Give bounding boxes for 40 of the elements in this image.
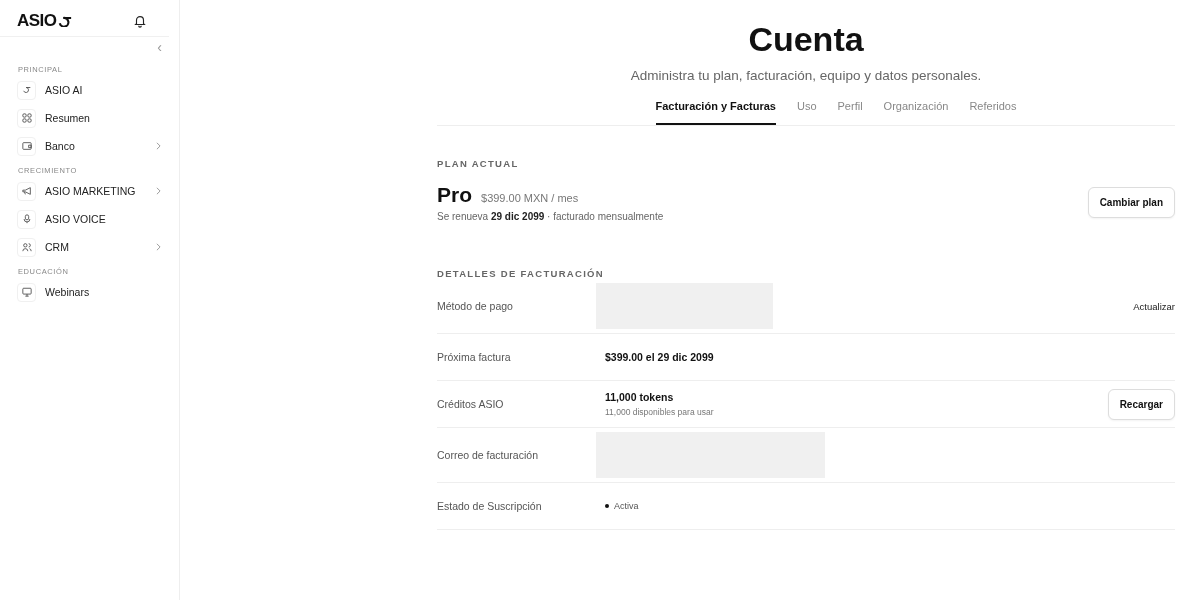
tab[interactable]: Organización [883, 97, 949, 125]
page-title: Cuenta [747, 20, 865, 59]
row-label: Método de pago [437, 300, 514, 312]
section-heading: DETALLES DE FACTURACIÓN [437, 268, 605, 279]
status-text: Activa [614, 501, 639, 511]
sidebar-item[interactable]: ASIO MARKETING [0, 177, 179, 205]
recharge-button[interactable]: Recargar [1107, 388, 1175, 420]
row-label: Créditos ASIO [437, 398, 505, 410]
sidebar-item[interactable]: ASIO AI [0, 76, 179, 104]
row-value: $399.00 el 29 dic 2099 [604, 351, 715, 363]
menu-icon [17, 209, 36, 229]
row-label: Correo de facturación [437, 449, 539, 461]
row-note: 11,000 disponibles para usar [604, 407, 715, 417]
menu-icon [17, 108, 36, 128]
sidebar-item[interactable]: ASIO VOICE [0, 205, 179, 233]
menu-icon [17, 181, 36, 201]
tab[interactable]: Uso [796, 97, 817, 125]
tab[interactable]: Perfil [837, 97, 863, 125]
sidebar-item[interactable]: Banco [0, 132, 179, 160]
row-label: Estado de Suscripción [437, 500, 543, 512]
menu-icon [17, 237, 36, 257]
update-link[interactable]: Actualizar [1133, 300, 1175, 312]
plan-name: Pro [437, 183, 472, 207]
change-plan-button[interactable]: Cambiar plan [1087, 187, 1175, 218]
sidebar-item[interactable]: Resumen [0, 104, 179, 132]
menu-icon [17, 80, 36, 100]
renewal-text: Se renueva 29 dic 2099 · facturado mensualmente [437, 211, 664, 222]
sidebar-item[interactable]: CRM [0, 233, 179, 261]
tab[interactable]: Facturación y Facturas [655, 97, 776, 125]
plan-price: $399.00 MXN / mes [481, 192, 579, 204]
page-subtitle: Administra tu plan, facturación, equipo y datos personales. [629, 68, 983, 83]
sidebar-item[interactable]: Webinars [0, 278, 179, 306]
notification-bell-icon[interactable] [133, 14, 147, 28]
row-value: 11,000 tokens [604, 391, 675, 403]
tab[interactable]: Referidos [969, 97, 1017, 125]
menu-icon [17, 136, 36, 156]
menu-icon [17, 282, 36, 302]
section-heading: PLAN ACTUAL [437, 158, 520, 169]
logo[interactable]: ASIO [17, 11, 72, 31]
row-label: Próxima factura [437, 351, 512, 363]
